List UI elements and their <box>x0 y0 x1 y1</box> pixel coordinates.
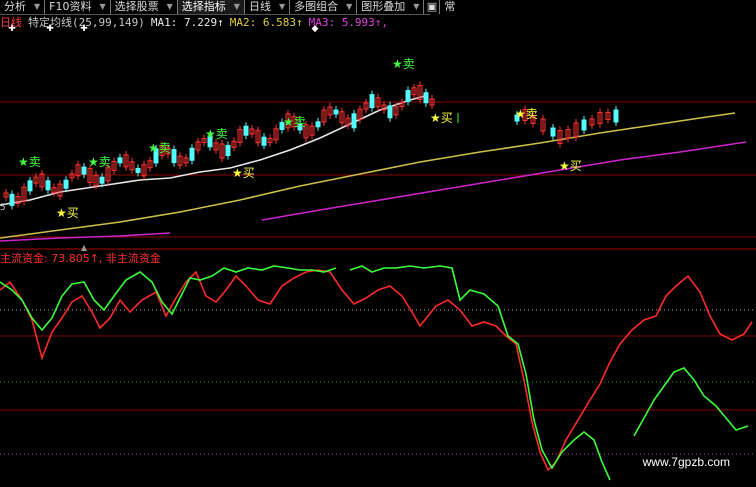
toolbar-button-label: 日线 <box>248 0 271 13</box>
toolbar-button-label: 选择股票 <box>114 0 159 13</box>
non-main-fund-line <box>0 265 337 332</box>
candlestick <box>581 119 587 131</box>
signal-sell: ★卖 <box>18 155 41 169</box>
toolbar-button-2[interactable]: 选择股票 ▼ <box>111 0 178 14</box>
main-fund-value: 主流资金: 73.805↑, <box>0 252 103 265</box>
toolbar-button-5[interactable]: 多图组合 ▼ <box>290 0 358 14</box>
chevron-down-icon: ▼ <box>34 2 41 11</box>
chevron-down-icon: ▼ <box>166 2 173 11</box>
non-main-fund-line <box>349 265 611 481</box>
candlestick <box>45 180 51 191</box>
signal-sell: ★卖 <box>205 127 228 141</box>
chevron-down-icon: ▼ <box>278 2 286 11</box>
signal-buy: ★买 <box>232 166 255 180</box>
signal-sell: ★卖 <box>148 141 171 155</box>
toolbar-button-label: 图形叠加 <box>361 0 406 13</box>
signal-sell: ★卖 <box>283 115 306 129</box>
toolbar-extra[interactable]: 常 <box>440 0 459 14</box>
signal-buy: ★买 <box>430 111 453 125</box>
chevron-down-icon: ▼ <box>413 2 420 11</box>
candlestick <box>99 176 105 184</box>
candlestick <box>117 157 123 164</box>
period-label[interactable]: 日线 <box>0 16 22 29</box>
chart-canvas[interactable]: ✚ ✚ ✚ ◆▲★卖 ★卖★卖★卖★卖★卖★买★买★买★买★卖5 <box>0 0 756 487</box>
candlestick <box>225 144 231 156</box>
toolbar-button-label: F10资料 <box>49 0 92 13</box>
toolbar-button-1[interactable]: F10资料 ▼ <box>45 0 111 14</box>
candlestick <box>27 180 33 192</box>
indicator-params: (25,99,149) <box>72 16 145 29</box>
ma3-line <box>261 141 747 221</box>
candlestick <box>613 109 619 123</box>
chart-header: 日线 特定均线(25,99,149) MA1: 7.229↑ MA2: 6.583↑ M… <box>0 14 394 29</box>
chevron-down-icon: ▼ <box>99 2 106 11</box>
candlestick <box>550 127 556 137</box>
toolbar-button-0[interactable]: 分析 ▼ <box>0 0 46 14</box>
toolbar-button-label: 多图组合 <box>294 0 339 13</box>
signal-sell: ★卖 <box>515 107 538 121</box>
candlestick <box>369 94 375 109</box>
candlestick <box>261 136 267 146</box>
candlestick <box>189 147 195 161</box>
candlestick <box>405 90 411 103</box>
ma1-value: MA1: 7.229↑ <box>150 16 224 29</box>
non-main-fund-line <box>633 367 749 437</box>
toolbar-button-label: 分析 <box>4 0 26 13</box>
candlestick <box>81 166 87 175</box>
signal-buy: ★买 <box>56 206 79 220</box>
signal-sell: ★卖 <box>88 155 111 169</box>
chevron-down-icon: ▼ <box>233 2 240 11</box>
candlestick <box>387 105 393 119</box>
indicator-header: 主流资金: 73.805↑, 非主流资金 <box>0 250 161 265</box>
toolbar-button-label: 选择指标 <box>181 0 226 13</box>
candlestick <box>171 149 177 164</box>
signal-sell: ★卖 <box>392 57 415 71</box>
candlestick <box>351 113 357 129</box>
candlestick <box>423 92 429 104</box>
indicator-name[interactable]: 特定均线 <box>28 16 72 29</box>
toolbar: 分析 ▼ F10资料 ▼ 选择股票 ▼ 选择指标 ▼ 日线 ▼ 多图组合 ▼ 图形叠加 ▼ ▣ 常 <box>0 0 455 15</box>
candlestick <box>315 121 321 128</box>
toolbar-button-4[interactable]: 日线 ▼ <box>245 0 291 14</box>
candlestick <box>333 109 339 115</box>
main-fund-line <box>0 269 753 472</box>
candlestick <box>9 193 15 206</box>
ma3-value: MA3: 5.993↑, <box>308 16 389 29</box>
candlestick <box>135 168 141 174</box>
non-main-fund-label: 非主流资金 <box>105 252 161 265</box>
chevron-down-icon: ▼ <box>346 2 353 11</box>
ma2-value: MA2: 6.583↑ <box>229 16 303 29</box>
candlestick <box>243 125 249 136</box>
price-scale-label: 5 <box>0 203 6 213</box>
toolbar-button-6[interactable]: 图形叠加 ▼ <box>357 0 425 14</box>
watermark: www.7gpzb.com <box>642 455 730 469</box>
candlestick <box>63 179 69 189</box>
signal-buy: ★买 <box>559 159 582 173</box>
window-icon[interactable]: ▣ <box>424 0 441 14</box>
toolbar-button-3[interactable]: 选择指标 ▼ <box>177 0 245 14</box>
